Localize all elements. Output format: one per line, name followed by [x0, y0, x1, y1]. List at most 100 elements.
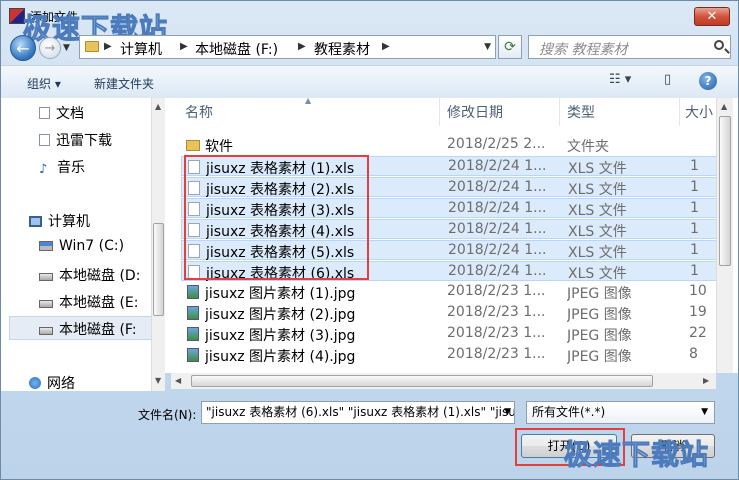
jpeg-file-icon [187, 348, 199, 362]
column-header-name[interactable]: 名称 [185, 98, 213, 126]
file-type: XLS 文件 [568, 203, 627, 219]
file-list-scroll-thumb[interactable] [719, 116, 731, 266]
sidebar-item-label: 迅雷下载 [56, 133, 112, 149]
file-name: jisuxz 图片素材 (2).jpg [205, 307, 356, 323]
organize-button[interactable]: 组织 ▾ [27, 75, 61, 92]
file-type: 文件夹 [567, 139, 609, 155]
close-button[interactable]: ✕ [694, 7, 730, 26]
file-type-select[interactable]: 所有文件(*.*) ▼ [526, 401, 715, 424]
breadcrumb-tutorial-folder[interactable]: 教程素材 [314, 39, 370, 59]
scroll-up-icon[interactable]: ▲ [155, 102, 161, 111]
history-dropdown-icon[interactable]: ▼ [63, 43, 70, 53]
column-divider[interactable] [559, 98, 560, 126]
watermark-bottom: 极速下载站 [563, 438, 710, 472]
chevron-right-icon: ▶ [104, 41, 112, 52]
selection-highlight-box [184, 155, 369, 280]
back-arrow-icon: ← [16, 39, 30, 58]
network-icon [29, 377, 41, 389]
document-icon [39, 134, 50, 146]
scroll-left-icon[interactable]: ◀ [175, 376, 181, 385]
add-file-dialog: 添加文件 ✕ 极速下载站 ← → ▼ ▶ 计算机 ▶ 本地磁盘 (F:) ▶ 教… [0, 0, 739, 480]
nav-scroll-thumb[interactable] [153, 223, 164, 316]
sidebar-item-music[interactable]: ♪ 音乐 [39, 157, 85, 177]
music-icon: ♪ [39, 162, 48, 177]
file-type: XLS 文件 [568, 161, 627, 177]
file-type: XLS 文件 [568, 182, 627, 198]
new-folder-button[interactable]: 新建文件夹 [94, 75, 154, 92]
filename-dropdown-icon[interactable]: ▼ [504, 402, 511, 423]
navigation-pane: 文档 迅雷下载 ♪ 音乐 计算机 Win7 (C:) 本地磁盘 (D: 本地磁盘 … [1, 98, 151, 391]
drive-icon [39, 241, 53, 251]
search-input[interactable]: 搜索 教程素材 [528, 35, 731, 59]
scroll-up-icon[interactable]: ▲ [721, 102, 727, 111]
file-date: 2018/2/24 1... [448, 158, 547, 174]
column-divider[interactable] [679, 98, 680, 126]
sidebar-item-thunder-downloads[interactable]: 迅雷下载 [39, 130, 112, 150]
column-header-type[interactable]: 类型 [567, 98, 595, 126]
file-date: 2018/2/23 1... [447, 283, 546, 299]
search-icon[interactable] [714, 40, 724, 50]
drive-icon [39, 327, 53, 335]
file-row[interactable]: jisuxz 图片素材 (1).jpg 2018/2/23 1... JPEG 图像… [181, 282, 721, 302]
horizontal-scroll-thumb[interactable] [191, 375, 653, 387]
forward-button[interactable]: → [39, 37, 61, 59]
computer-icon [29, 216, 42, 227]
file-row[interactable]: jisuxz 图片素材 (3).jpg 2018/2/23 1... JPEG 图像… [181, 324, 721, 344]
sidebar-item-label: 文档 [56, 106, 84, 122]
breadcrumb-computer[interactable]: 计算机 [120, 39, 162, 59]
sidebar-item-label: 本地磁盘 (D: [59, 268, 141, 284]
file-date: 2018/2/24 1... [448, 263, 547, 279]
breadcrumb-drive-f[interactable]: 本地磁盘 (F:) [195, 39, 278, 59]
file-list-horizontal-scrollbar[interactable]: ◀ ▶ [171, 373, 716, 389]
file-row[interactable]: jisuxz 图片素材 (2).jpg 2018/2/23 1... JPEG 图像… [181, 303, 721, 323]
sidebar-item-drive-d[interactable]: 本地磁盘 (D: [39, 265, 140, 285]
chevron-right-icon[interactable]: ▶ [382, 41, 390, 52]
file-row[interactable]: 软件 2018/2/25 2... 文件夹 [181, 135, 721, 155]
chevron-right-icon[interactable]: ▶ [298, 41, 306, 52]
file-type: JPEG 图像 [567, 328, 632, 344]
sidebar-item-drive-f[interactable]: 本地磁盘 (F: [39, 319, 137, 339]
refresh-icon: ⟳ [504, 39, 516, 55]
file-type-value: 所有文件(*.*) [532, 405, 606, 419]
filename-label: 文件名(N): [138, 408, 197, 422]
file-name: 软件 [205, 139, 233, 155]
file-date: 2018/2/23 1... [447, 346, 546, 362]
sidebar-item-label: 本地磁盘 (E: [59, 295, 139, 311]
sidebar-item-label: 网络 [47, 376, 75, 391]
file-type: XLS 文件 [568, 245, 627, 261]
column-divider[interactable] [439, 98, 440, 126]
forward-arrow-icon: → [44, 41, 56, 56]
filename-input[interactable]: "jisuxz 表格素材 (6).xls" "jisuxz 表格素材 (1).x… [201, 401, 515, 424]
chevron-right-icon[interactable]: ▶ [180, 41, 188, 52]
command-toolbar: 组织 ▾ 新建文件夹 ☷ ▾ ▯ ? [1, 65, 738, 99]
file-type: XLS 文件 [568, 266, 627, 282]
search-placeholder: 搜索 教程素材 [539, 42, 628, 58]
drive-icon [39, 273, 53, 281]
file-row[interactable]: jisuxz 图片素材 (4).jpg 2018/2/23 1... JPEG 图像… [181, 345, 721, 365]
chevron-down-icon: ▼ [701, 407, 708, 417]
scroll-right-icon[interactable]: ▶ [703, 376, 709, 385]
back-button[interactable]: ← [10, 35, 36, 61]
file-date: 2018/2/25 2... [447, 136, 546, 152]
address-dropdown-icon[interactable]: ▼ [484, 42, 491, 52]
sort-ascending-icon: ▲ [305, 98, 312, 105]
refresh-button[interactable]: ⟳ [498, 35, 522, 59]
scroll-down-icon[interactable]: ▼ [155, 376, 161, 385]
column-header-size[interactable]: 大小 [685, 98, 713, 126]
sidebar-item-network[interactable]: 网络 [29, 373, 75, 391]
sidebar-item-documents[interactable]: 文档 [39, 103, 84, 123]
file-list-vertical-scrollbar[interactable]: ▲ [716, 98, 733, 373]
view-options-icon[interactable]: ☷ ▾ [609, 72, 631, 90]
column-header-date[interactable]: 修改日期 [447, 98, 503, 126]
file-name: jisuxz 图片素材 (3).jpg [205, 328, 356, 344]
nav-pane-scrollbar[interactable]: ▲ ▼ [151, 98, 165, 391]
address-bar[interactable]: ▶ 计算机 ▶ 本地磁盘 (F:) ▶ 教程素材 ▶ ▼ [79, 35, 496, 59]
help-icon[interactable]: ? [699, 72, 717, 90]
file-date: 2018/2/24 1... [448, 242, 547, 258]
file-date: 2018/2/24 1... [448, 179, 547, 195]
sidebar-item-drive-e[interactable]: 本地磁盘 (E: [39, 292, 138, 312]
sidebar-item-computer[interactable]: 计算机 [29, 211, 90, 231]
preview-pane-icon[interactable]: ▯ [664, 72, 671, 90]
sidebar-item-drive-c[interactable]: Win7 (C:) [39, 238, 124, 254]
jpeg-file-icon [187, 306, 199, 320]
